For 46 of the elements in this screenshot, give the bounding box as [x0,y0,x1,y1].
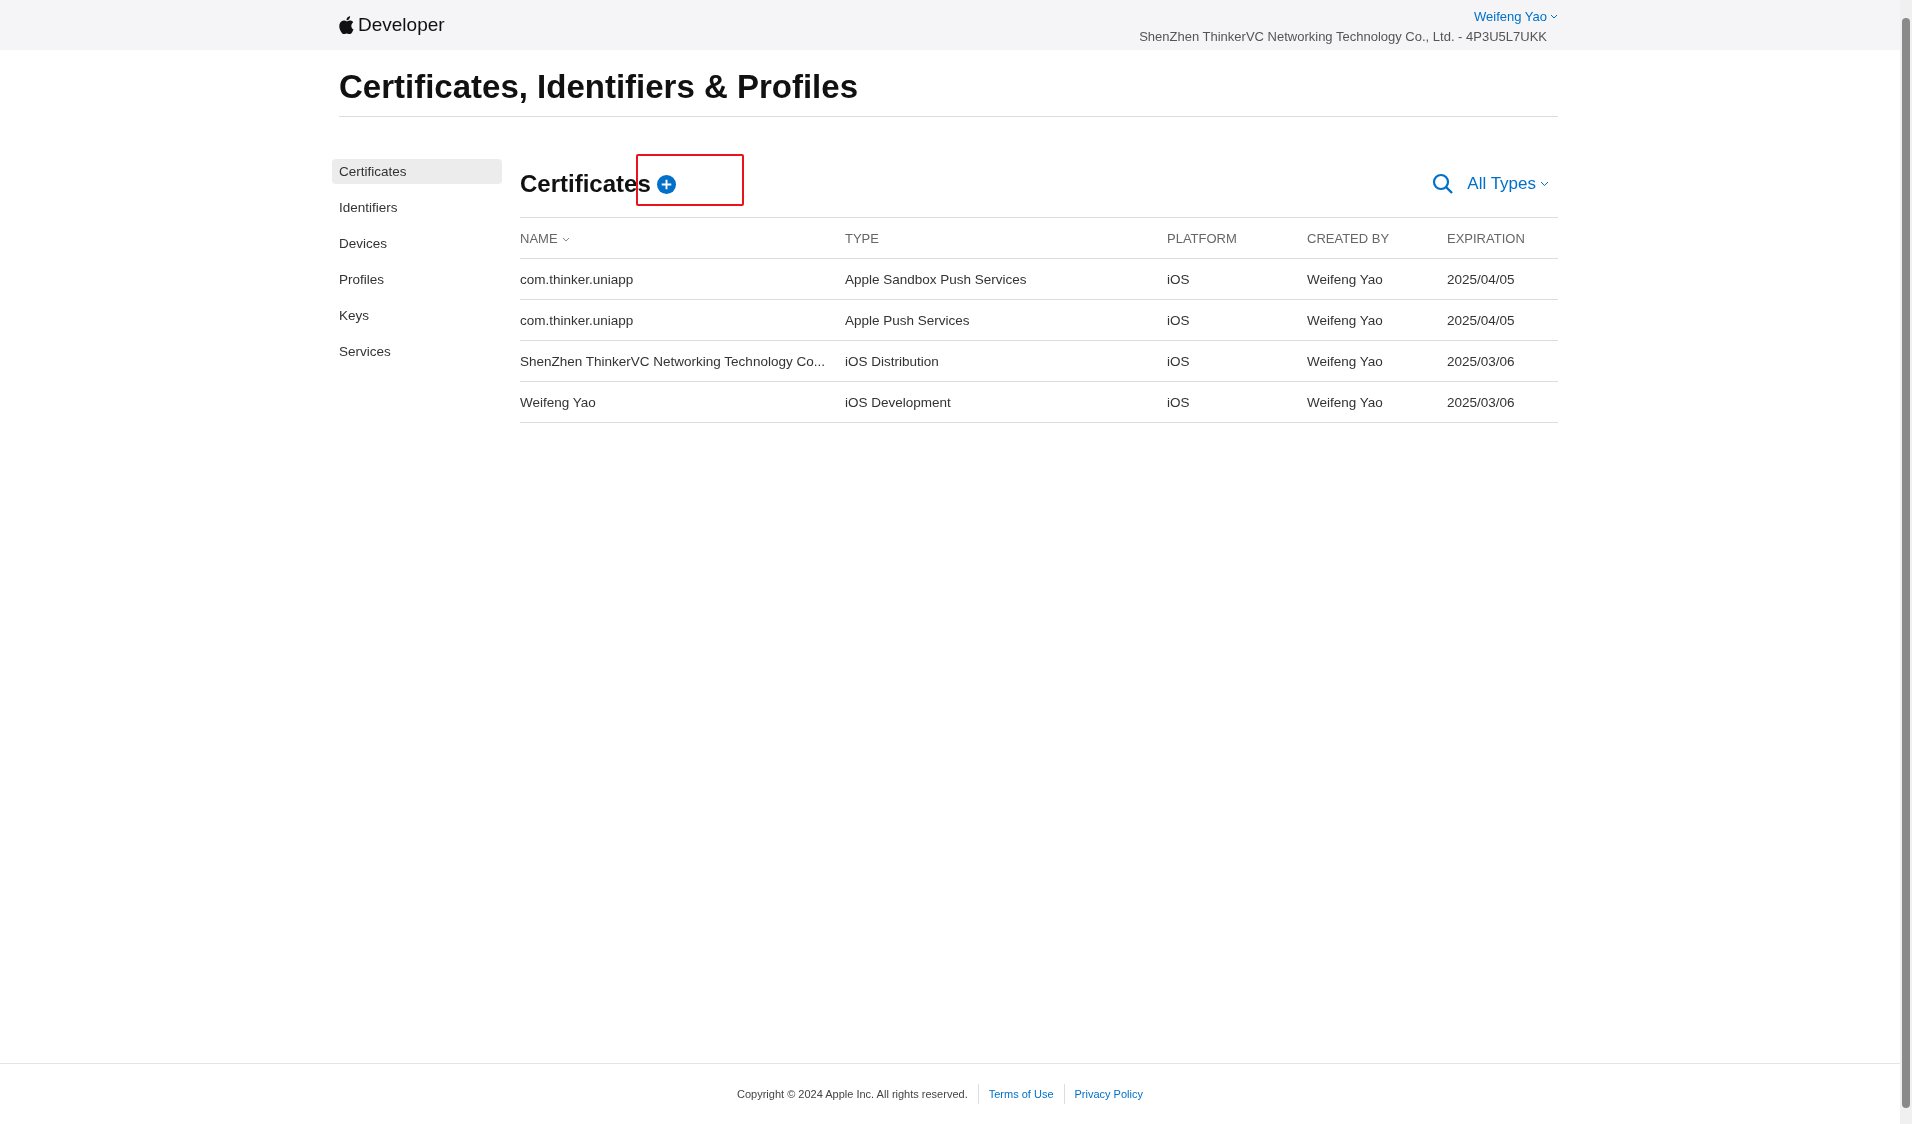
sidebar-item[interactable]: Certificates [332,159,502,184]
sidebar-item[interactable]: Devices [332,231,502,256]
table-cell: iOS [1167,381,1307,423]
page-title: Certificates, Identifiers & Profiles [339,68,1558,117]
scrollbar[interactable] [1900,0,1912,1124]
table-cell: 2025/03/06 [1447,381,1558,423]
sidebar-item[interactable]: Identifiers [332,195,502,220]
table-cell: Weifeng Yao [1307,258,1447,300]
chevron-down-icon [1540,181,1549,187]
column-header: EXPIRATION [1447,218,1558,259]
search-icon[interactable] [1432,173,1455,195]
table-cell: com.thinker.uniapp [520,299,845,341]
brand-name[interactable]: Developer [358,14,445,36]
add-icon[interactable] [656,174,676,194]
table-cell: 2025/04/05 [1447,258,1558,300]
table-cell: Weifeng Yao [520,381,845,423]
apple-logo-icon [339,16,354,34]
table-cell: ShenZhen ThinkerVC Networking Technology Co... [520,340,845,382]
sidebar-item[interactable]: Keys [332,303,502,328]
column-header: TYPE [845,218,1167,259]
table-cell: iOS [1167,299,1307,341]
table-cell: iOS [1167,340,1307,382]
column-header: PLATFORM [1167,218,1307,259]
sidebar-item[interactable]: Profiles [332,267,502,292]
footer-link[interactable]: Terms of Use [988,1088,1054,1100]
type-filter-dropdown[interactable]: All Types [1467,174,1549,194]
footer-link[interactable]: Privacy Policy [1074,1088,1143,1100]
table-cell: iOS Development [845,381,1167,423]
table-cell: iOS [1167,258,1307,300]
table-cell: Apple Sandbox Push Services [845,258,1167,300]
chevron-down-icon [1550,13,1558,19]
table-cell: 2025/04/05 [1447,299,1558,341]
account-menu[interactable]: Weifeng Yao [1474,8,1558,24]
table-cell: com.thinker.uniapp [520,258,845,300]
column-header: CREATED BY [1307,218,1447,259]
sidebar-item[interactable]: Services [332,339,502,364]
team-name: ShenZhen ThinkerVC Networking Technology Co., Ltd. - 4P3U5L7UKK [1139,28,1547,44]
sort-caret-icon [561,236,570,242]
table-cell: Weifeng Yao [1307,381,1447,423]
table-cell: iOS Distribution [845,340,1167,382]
column-header[interactable]: NAME [520,218,845,259]
copyright-text: Copyright © 2024 Apple Inc. All rights reserved. [737,1088,968,1100]
table-cell: Apple Push Services [845,299,1167,341]
table-cell: Weifeng Yao [1307,299,1447,341]
table-cell: 2025/03/06 [1447,340,1558,382]
table-cell: Weifeng Yao [1307,340,1447,382]
